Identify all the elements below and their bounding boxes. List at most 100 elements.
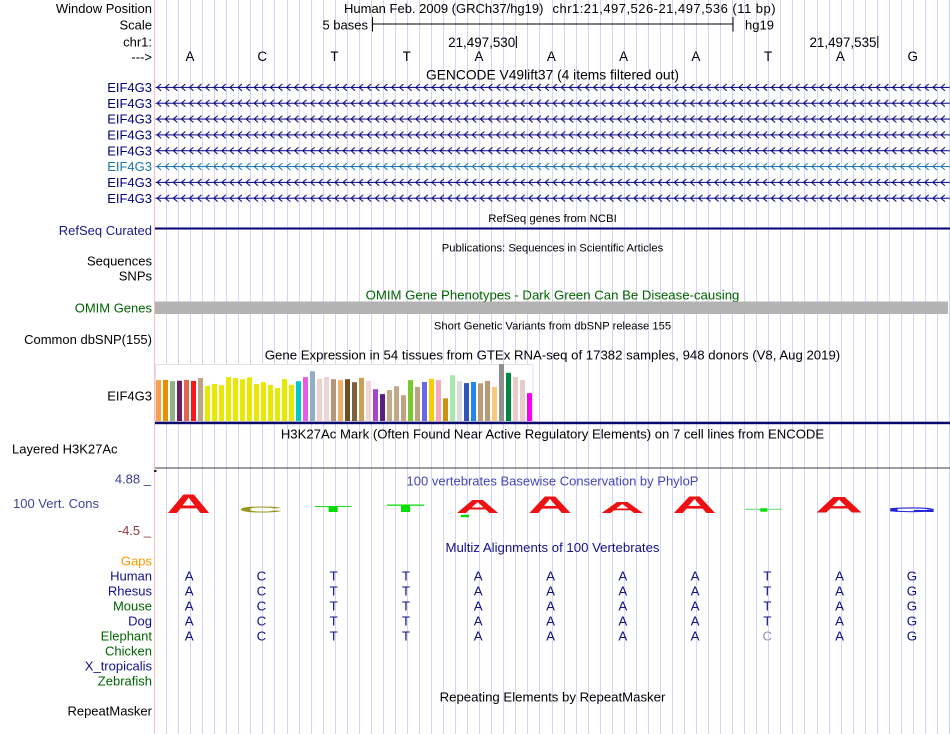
svg-text:A: A xyxy=(546,614,555,629)
svg-text:A: A xyxy=(185,569,194,584)
svg-text:T: T xyxy=(402,629,410,644)
svg-text:T: T xyxy=(763,569,771,584)
svg-text:-4.5 _: -4.5 _ xyxy=(118,523,152,538)
svg-text:A: A xyxy=(691,629,700,644)
svg-text:H3K27Ac Mark (Often Found Near: H3K27Ac Mark (Often Found Near Active Re… xyxy=(281,427,825,442)
svg-text:C: C xyxy=(257,49,267,64)
svg-text:C: C xyxy=(238,505,283,514)
svg-text:G: G xyxy=(907,49,917,64)
svg-text:A: A xyxy=(546,629,555,644)
svg-text:SNPs: SNPs xyxy=(119,269,153,284)
svg-text:A: A xyxy=(546,569,555,584)
svg-text:chr1:21,497,526-21,497,536 (11: chr1:21,497,526-21,497,536 (11 bp) xyxy=(553,1,777,16)
svg-text:Repeating Elements by RepeatMa: Repeating Elements by RepeatMasker xyxy=(440,690,666,705)
svg-text:T: T xyxy=(330,614,338,629)
svg-text:Window Position: Window Position xyxy=(56,1,152,16)
svg-text:A: A xyxy=(835,569,844,584)
svg-text:T: T xyxy=(402,584,410,599)
svg-text:21,497,530: 21,497,530 xyxy=(448,35,515,50)
svg-text:T: T xyxy=(314,505,352,514)
svg-text:EIF4G3: EIF4G3 xyxy=(107,175,152,190)
svg-text:A: A xyxy=(836,49,845,64)
svg-text:100 vertebrates Basewise Conse: 100 vertebrates Basewise Conservation by… xyxy=(407,474,699,489)
svg-text:T: T xyxy=(403,49,411,64)
svg-text:C: C xyxy=(257,569,267,584)
svg-text:Chicken: Chicken xyxy=(105,644,152,659)
svg-text:Short Genetic Variants from db: Short Genetic Variants from dbSNP releas… xyxy=(434,321,671,333)
svg-text:21,497,535: 21,497,535 xyxy=(809,35,876,50)
svg-text:--->: ---> xyxy=(131,50,152,65)
svg-text:A: A xyxy=(618,584,627,599)
svg-text:RefSeq Curated: RefSeq Curated xyxy=(59,223,152,238)
svg-text:Scale: Scale xyxy=(119,18,152,33)
svg-text:A: A xyxy=(835,629,844,644)
svg-text:A: A xyxy=(185,49,194,64)
svg-text:A: A xyxy=(185,629,194,644)
svg-text:100 Vert. Cons: 100 Vert. Cons xyxy=(13,496,99,511)
svg-text:Zebrafish: Zebrafish xyxy=(98,674,152,689)
svg-text:RefSeq genes from NCBI: RefSeq genes from NCBI xyxy=(488,213,617,225)
svg-text:A: A xyxy=(835,584,844,599)
svg-text:A: A xyxy=(691,614,700,629)
svg-text:A: A xyxy=(474,569,483,584)
svg-text:G: G xyxy=(907,599,917,614)
svg-text:A: A xyxy=(618,629,627,644)
svg-text:T: T xyxy=(330,584,338,599)
svg-text:A: A xyxy=(474,599,483,614)
svg-text:C: C xyxy=(257,629,267,644)
svg-text:A: A xyxy=(166,489,210,519)
svg-text:T: T xyxy=(763,584,771,599)
svg-text:A: A xyxy=(546,584,555,599)
svg-text:T: T xyxy=(402,599,410,614)
svg-text:Gaps: Gaps xyxy=(121,554,153,569)
svg-text:G: G xyxy=(907,584,917,599)
svg-text:A: A xyxy=(528,491,572,518)
svg-text:X_tropicalis: X_tropicalis xyxy=(85,659,153,674)
svg-text:A: A xyxy=(618,599,627,614)
svg-text:T: T xyxy=(763,614,771,629)
svg-text:C: C xyxy=(257,599,267,614)
svg-text:Gene Expression in 54 tissues: Gene Expression in 54 tissues from GTEx … xyxy=(265,348,840,363)
svg-text:EIF4G3: EIF4G3 xyxy=(107,191,152,206)
svg-text:Rhesus: Rhesus xyxy=(108,584,153,599)
svg-text:A: A xyxy=(835,599,844,614)
svg-text:G: G xyxy=(907,569,917,584)
svg-text:hg19: hg19 xyxy=(745,18,774,33)
svg-text:A: A xyxy=(547,49,556,64)
svg-text:Common dbSNP(155): Common dbSNP(155) xyxy=(24,332,152,347)
svg-text:Layered H3K27Ac: Layered H3K27Ac xyxy=(12,442,118,457)
svg-text:EIF4G3: EIF4G3 xyxy=(107,80,152,95)
svg-text:C: C xyxy=(257,584,267,599)
svg-text:Elephant: Elephant xyxy=(101,629,153,644)
svg-text:EIF4G3: EIF4G3 xyxy=(107,112,152,127)
svg-text:Dog: Dog xyxy=(128,614,152,629)
svg-text:A: A xyxy=(546,599,555,614)
svg-text:T: T xyxy=(330,49,338,64)
svg-text:A: A xyxy=(835,614,844,629)
svg-text:Publications: Sequences in Sci: Publications: Sequences in Scientific Ar… xyxy=(442,243,664,255)
svg-text:A: A xyxy=(185,599,194,614)
svg-text:A: A xyxy=(185,614,194,629)
svg-text:A: A xyxy=(672,491,716,518)
svg-text:5 bases: 5 bases xyxy=(322,18,368,33)
svg-text:T: T xyxy=(763,599,771,614)
svg-text:A: A xyxy=(185,584,194,599)
svg-text:A: A xyxy=(474,614,483,629)
svg-text:Sequences: Sequences xyxy=(87,254,153,269)
svg-text:A: A xyxy=(691,49,700,64)
svg-text:A: A xyxy=(691,599,700,614)
svg-text:T: T xyxy=(402,569,410,584)
svg-text:C: C xyxy=(763,629,773,644)
svg-text:G: G xyxy=(907,614,917,629)
svg-text:Mouse: Mouse xyxy=(113,599,152,614)
svg-text:A: A xyxy=(815,493,863,518)
svg-text:A: A xyxy=(619,49,628,64)
svg-text:Human: Human xyxy=(110,569,152,584)
svg-text:A: A xyxy=(618,614,627,629)
svg-text:A: A xyxy=(456,496,500,517)
svg-text:A: A xyxy=(474,584,483,599)
svg-text:T: T xyxy=(764,49,772,64)
svg-text:A: A xyxy=(474,629,483,644)
svg-text:Multiz Alignments of 100 Verte: Multiz Alignments of 100 Vertebrates xyxy=(445,540,659,555)
svg-text:EIF4G3: EIF4G3 xyxy=(107,127,152,142)
